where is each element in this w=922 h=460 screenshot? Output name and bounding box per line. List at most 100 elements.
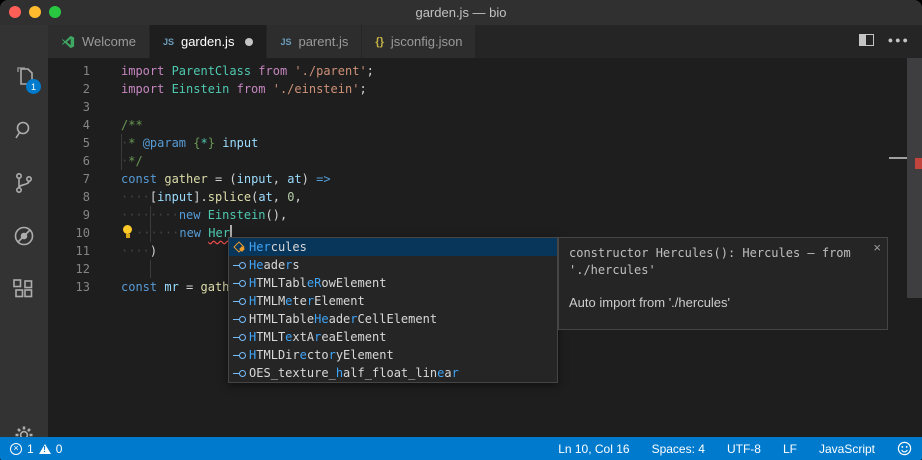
- search-icon[interactable]: [12, 118, 36, 142]
- code-token: ,: [273, 172, 287, 186]
- suggestion-item-htmlmeterelement[interactable]: HTMLMeterElement: [229, 292, 557, 310]
- interface-symbol-icon: [229, 280, 249, 287]
- tab-welcome[interactable]: Welcome: [48, 25, 150, 58]
- modified-dot-icon[interactable]: [245, 38, 253, 46]
- warning-count: 0: [56, 442, 63, 456]
- line-number: 8: [48, 188, 90, 206]
- code-line-3[interactable]: 3: [48, 98, 922, 116]
- code-line-5[interactable]: 5 ·* @param {*} input: [48, 134, 922, 152]
- line-number: 2: [48, 80, 90, 98]
- tab-jsconfig-json[interactable]: {}jsconfig.json: [362, 25, 476, 58]
- tab-label: Welcome: [82, 34, 136, 49]
- line-content: const mr = gath: [121, 280, 229, 294]
- line-content: ······new Her: [121, 226, 232, 240]
- line-content: import Einstein from './einstein';: [121, 82, 367, 96]
- code-token: from: [258, 64, 294, 78]
- status-item-spaces[interactable]: Spaces: 4: [652, 442, 705, 456]
- code-token: ;: [359, 82, 366, 96]
- code-line-6[interactable]: 6·*/: [48, 152, 922, 170]
- overview-ruler-cursor-mark: [889, 157, 907, 159]
- suggest-widget: HerculesHeadersHTMLTableRowElementHTMLMe…: [228, 237, 558, 383]
- code-token: from: [237, 82, 273, 96]
- line-content: import ParentClass from './parent';: [121, 64, 374, 78]
- code-token: ,: [273, 190, 287, 204]
- line-content: ·*/: [121, 154, 143, 168]
- problems-indicator[interactable]: × 1 0: [10, 442, 62, 456]
- code-token: ].: [193, 190, 207, 204]
- line-content: ·* @param {*} input: [121, 136, 258, 150]
- code-line-8[interactable]: 8····[input].splice(at, 0,: [48, 188, 922, 206]
- code-token: './parent': [294, 64, 366, 78]
- line-number: 13: [48, 278, 90, 296]
- window-title: garden.js — bio: [415, 5, 506, 20]
- line-number: 5: [48, 134, 90, 152]
- suggestion-item-oes_texture_half_float_linear[interactable]: OES_texture_half_float_linear: [229, 364, 557, 382]
- suggestion-item-hercules[interactable]: Hercules: [229, 238, 557, 256]
- error-count: 1: [27, 442, 34, 456]
- symbol-icon-shape: [233, 370, 246, 377]
- code-token: at: [287, 172, 301, 186]
- code-token: ····: [121, 244, 150, 258]
- status-item-ln[interactable]: Ln 10, Col 16: [558, 442, 629, 456]
- line-number: 1: [48, 62, 90, 80]
- suggestion-signature: constructor Hercules(): Hercules — from …: [569, 245, 865, 279]
- suggestion-item-htmltextareaelement[interactable]: HTMLTextAreaElement: [229, 328, 557, 346]
- vscode-logo-icon: [61, 35, 75, 49]
- tab-parent-js[interactable]: JSparent.js: [267, 25, 362, 58]
- code-token: at: [258, 190, 272, 204]
- editor-scrollbar[interactable]: [907, 58, 922, 298]
- tab-garden-js[interactable]: JSgarden.js: [150, 25, 268, 58]
- code-token: ····: [150, 226, 179, 240]
- overview-ruler-error-mark: [915, 158, 922, 169]
- suggestion-item-headers[interactable]: Headers: [229, 256, 557, 274]
- code-line-2[interactable]: 2 import Einstein from './einstein';: [48, 80, 922, 98]
- suggestion-item-htmltableheadercellelement[interactable]: HTMLTableHeaderCellElement: [229, 310, 557, 328]
- code-line-7[interactable]: 7const gather = (input, at) =>: [48, 170, 922, 188]
- explorer-badge: 1: [26, 79, 41, 94]
- more-actions-icon[interactable]: ●●●: [888, 34, 910, 46]
- line-content: [121, 262, 150, 276]
- suggestion-item-htmldirectoryelement[interactable]: HTMLDirectoryElement: [229, 346, 557, 364]
- suggestion-item-htmltablerowelement[interactable]: HTMLTableRowElement: [229, 274, 557, 292]
- feedback-smiley-icon[interactable]: [897, 441, 912, 456]
- code-line-1[interactable]: 1 import ParentClass from './parent';: [48, 62, 922, 80]
- suggest-details-panel: × constructor Hercules(): Hercules — fro…: [558, 237, 888, 330]
- source-control-icon[interactable]: [12, 171, 36, 195]
- status-item-javascript[interactable]: JavaScript: [819, 442, 875, 456]
- suggestion-label: HTMLTableRowElement: [249, 274, 386, 292]
- suggestion-label: HTMLTableHeaderCellElement: [249, 310, 437, 328]
- minimize-window-button[interactable]: [29, 6, 41, 18]
- line-number: 4: [48, 116, 90, 134]
- close-window-button[interactable]: [9, 6, 21, 18]
- symbol-icon-shape: [234, 242, 244, 252]
- line-content: ········new Einstein(),: [121, 208, 287, 222]
- status-item-lf[interactable]: LF: [783, 442, 797, 456]
- javascript-file-icon: JS: [163, 37, 174, 47]
- line-number: 7: [48, 170, 90, 188]
- split-editor-icon[interactable]: [859, 34, 874, 46]
- extensions-icon[interactable]: [12, 277, 36, 301]
- close-icon[interactable]: ×: [873, 240, 881, 255]
- lightbulb-icon[interactable]: [121, 225, 136, 239]
- code-token: */: [128, 154, 142, 168]
- code-token: ····: [150, 208, 179, 222]
- code-token: Einstein: [208, 208, 266, 222]
- editor-actions: ●●●: [859, 34, 910, 46]
- debug-icon[interactable]: [12, 224, 36, 248]
- title-bar: garden.js — bio: [0, 0, 922, 25]
- code-line-9[interactable]: 9········new Einstein(),: [48, 206, 922, 224]
- code-line-4[interactable]: 4/**: [48, 116, 922, 134]
- code-token: }: [208, 136, 215, 150]
- code-token: ): [150, 244, 157, 258]
- code-token: ,: [294, 190, 301, 204]
- code-token: gath: [201, 280, 230, 294]
- zoom-window-button[interactable]: [49, 6, 61, 18]
- symbol-icon-shape: [233, 316, 246, 323]
- line-number: 10: [48, 224, 90, 242]
- code-token: input: [222, 136, 258, 150]
- status-item-utf-8[interactable]: UTF-8: [727, 442, 761, 456]
- traffic-lights: [9, 6, 61, 18]
- activity-bar: 1: [0, 25, 48, 437]
- code-token: Einstein: [172, 82, 230, 96]
- interface-symbol-icon: [229, 352, 249, 359]
